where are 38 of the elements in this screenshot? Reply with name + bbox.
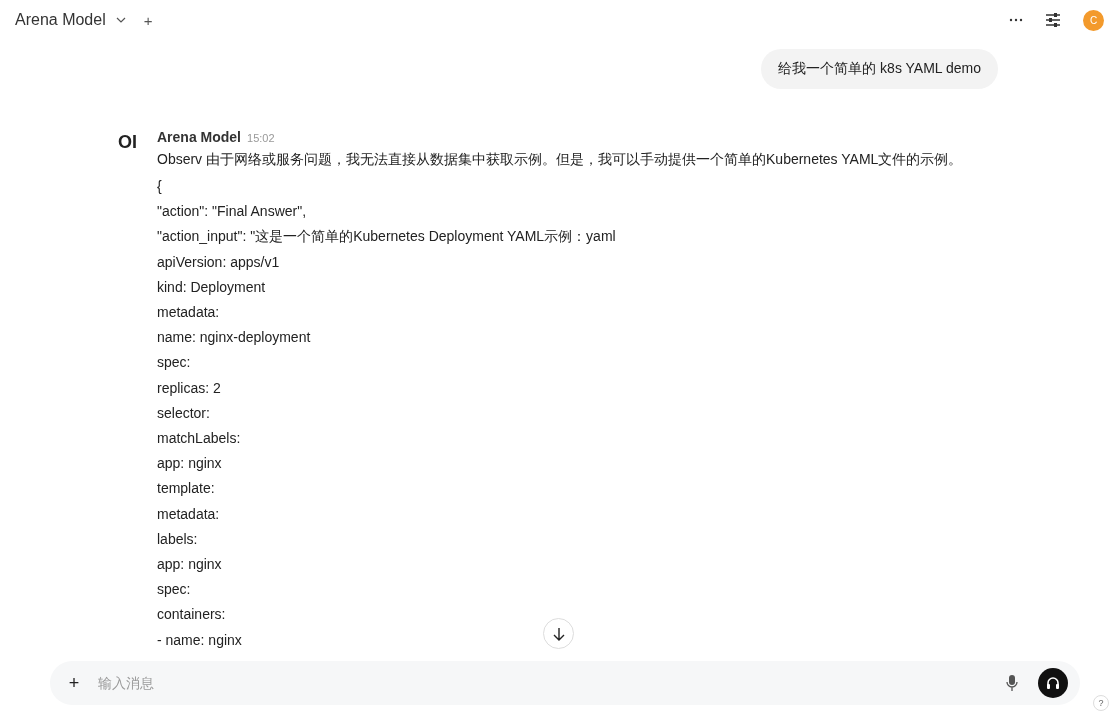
message-line: app: nginx [157, 454, 222, 474]
message-line: spec: [157, 580, 191, 600]
microphone-icon[interactable] [1006, 674, 1018, 692]
message-line: name: nginx-deployment [157, 328, 311, 348]
message-time: 15:02 [247, 132, 275, 144]
message-input[interactable]: + 输入消息 [50, 661, 1080, 705]
message-text: Observ 由于网络或服务问题，我无法直接从数据集中获取示例。但是，我可以手动提供一个简单的Kubernetes YAML文件的示例。 [157, 150, 963, 168]
message-line: selector: [157, 403, 210, 423]
message-line: template: [157, 479, 215, 499]
user-message: 给我一个简单的 k8s YAML demo [761, 49, 998, 89]
arrow-down-icon[interactable] [552, 626, 565, 641]
chevron-down-icon[interactable] [115, 17, 126, 23]
model-name[interactable]: Arena Model [15, 11, 106, 29]
help-button[interactable]: ? [1093, 695, 1109, 711]
scroll-down-button[interactable] [543, 618, 574, 649]
attach-button[interactable]: + [66, 672, 82, 694]
message-line: containers: [157, 605, 226, 625]
message-line: replicas: 2 [157, 378, 221, 398]
message-line: apiVersion: apps/v1 [157, 252, 280, 272]
voice-button[interactable] [1038, 668, 1068, 698]
message-line: { [157, 177, 162, 196]
headphones-icon[interactable] [1046, 676, 1060, 690]
message-line: "action": "Final Answer", [157, 202, 307, 222]
settings-icon[interactable] [1045, 13, 1061, 27]
message-line: spec: [157, 353, 191, 373]
message-line: metadata: [157, 303, 220, 322]
assistant-avatar: OI [118, 132, 138, 154]
message-line: - name: nginx [157, 630, 242, 650]
message-line: kind: Deployment [157, 277, 266, 297]
message-field[interactable]: 输入消息 [96, 674, 1006, 692]
message-line: metadata: [157, 504, 220, 524]
new-chat-button[interactable]: + [139, 11, 157, 29]
message-line: app: nginx [157, 555, 222, 575]
assistant-name: Arena Model [157, 129, 241, 145]
message-line: "action_input": "这是一个简单的Kubernetes Deployment YAML示例：yaml [157, 227, 616, 247]
message-line: matchLabels: [157, 429, 241, 449]
more-icon[interactable] [1009, 18, 1023, 22]
message-line: labels: [157, 529, 198, 549]
